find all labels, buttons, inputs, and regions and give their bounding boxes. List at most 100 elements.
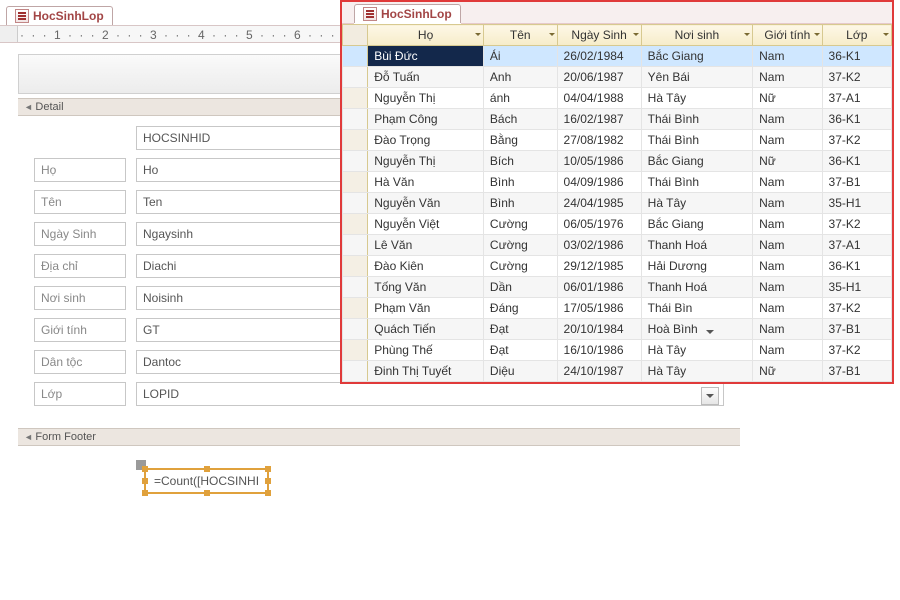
cell[interactable]: Phạm Văn <box>368 298 484 319</box>
cell[interactable]: Nguyễn Thị <box>368 151 484 172</box>
table-row[interactable]: Nguyễn VănBình24/04/1985Hà TâyNam35-H1 <box>343 193 892 214</box>
cell[interactable]: 36-K1 <box>822 46 891 67</box>
cell[interactable]: Bắc Giang <box>641 214 752 235</box>
table-row[interactable]: Hà VănBình04/09/1986Thái BìnhNam37-B1 <box>343 172 892 193</box>
cell[interactable]: Thái Bình <box>641 109 752 130</box>
cell[interactable]: Bách <box>483 109 557 130</box>
cell[interactable]: Bình <box>483 172 557 193</box>
table-row[interactable]: Đào TrọngBằng27/08/1982Thái BìnhNam37-K2 <box>343 130 892 151</box>
cell[interactable]: Nguyễn Văn <box>368 193 484 214</box>
cell[interactable]: 36-K1 <box>822 256 891 277</box>
cell[interactable]: 16/02/1987 <box>557 109 641 130</box>
row-selector[interactable] <box>343 109 368 130</box>
cell[interactable]: Hà Văn <box>368 172 484 193</box>
resize-handle[interactable] <box>265 478 271 484</box>
table-row[interactable]: Quách TiếnĐạt20/10/1984Hoà BìnhNam37-B1 <box>343 319 892 340</box>
cell[interactable]: Đạt <box>483 319 557 340</box>
column-filter-dropdown-icon[interactable] <box>883 33 889 39</box>
cell[interactable]: 37-B1 <box>822 319 891 340</box>
cell[interactable]: Nam <box>753 277 822 298</box>
cell[interactable]: 37-K2 <box>822 214 891 235</box>
cell[interactable]: 03/02/1986 <box>557 235 641 256</box>
section-bar-footer[interactable]: Form Footer <box>18 428 740 446</box>
cell[interactable]: Nam <box>753 235 822 256</box>
select-all-cell[interactable] <box>343 25 368 46</box>
table-row[interactable]: Phạm CôngBách16/02/1987Thái BìnhNam36-K1 <box>343 109 892 130</box>
cell[interactable]: Tống Văn <box>368 277 484 298</box>
cell[interactable]: Nam <box>753 67 822 88</box>
row-selector[interactable] <box>343 361 368 382</box>
count-textbox[interactable]: =Count([HOCSINHI <box>144 468 269 494</box>
field-label[interactable]: Ngày Sinh <box>34 222 126 246</box>
column-filter-dropdown-icon[interactable] <box>744 33 750 39</box>
cell[interactable]: Đào Kiên <box>368 256 484 277</box>
cell[interactable]: 37-K2 <box>822 67 891 88</box>
column-header[interactable]: Ngày Sinh <box>557 25 641 46</box>
cell[interactable]: Bình <box>483 193 557 214</box>
column-header[interactable]: Tên <box>483 25 557 46</box>
cell[interactable]: Hà Tây <box>641 88 752 109</box>
cell[interactable]: Hà Tây <box>641 340 752 361</box>
table-row[interactable]: Tống VănDần06/01/1986Thanh HoáNam35-H1 <box>343 277 892 298</box>
cell[interactable]: Đinh Thị Tuyết <box>368 361 484 382</box>
cell[interactable]: 37-K2 <box>822 340 891 361</box>
resize-handle[interactable] <box>142 490 148 496</box>
cell[interactable]: Hà Tây <box>641 361 752 382</box>
cell[interactable]: Cường <box>483 256 557 277</box>
cell[interactable]: Ái <box>483 46 557 67</box>
row-selector[interactable] <box>343 298 368 319</box>
cell[interactable]: Cường <box>483 214 557 235</box>
cell[interactable]: Bằng <box>483 130 557 151</box>
row-selector[interactable] <box>343 277 368 298</box>
cell[interactable]: Thái Bình <box>641 130 752 151</box>
cell[interactable]: 37-K2 <box>822 130 891 151</box>
field-label[interactable]: Nơi sinh <box>34 286 126 310</box>
row-selector[interactable] <box>343 319 368 340</box>
cell[interactable]: 24/10/1987 <box>557 361 641 382</box>
footer-section[interactable]: =Count([HOCSINHI <box>18 446 740 528</box>
row-selector[interactable] <box>343 46 368 67</box>
cell[interactable]: 37-A1 <box>822 235 891 256</box>
row-selector[interactable] <box>343 172 368 193</box>
cell[interactable]: Đáng <box>483 298 557 319</box>
cell[interactable]: Nữ <box>753 88 822 109</box>
cell[interactable]: Nam <box>753 130 822 151</box>
table-row[interactable]: Phạm VănĐáng17/05/1986Thái BìnNam37-K2 <box>343 298 892 319</box>
cell[interactable]: 04/04/1988 <box>557 88 641 109</box>
cell[interactable]: Bích <box>483 151 557 172</box>
cell[interactable]: 36-K1 <box>822 109 891 130</box>
table-row[interactable]: Đỗ TuấnAnh20/06/1987Yên BáiNam37-K2 <box>343 67 892 88</box>
column-filter-dropdown-icon[interactable] <box>549 33 555 39</box>
row-selector[interactable] <box>343 193 368 214</box>
cell[interactable]: Quách Tiến <box>368 319 484 340</box>
row-selector[interactable] <box>343 340 368 361</box>
cell[interactable]: Nguyễn Việt <box>368 214 484 235</box>
field-row[interactable]: LớpLOPID <box>34 382 724 406</box>
column-filter-dropdown-icon[interactable] <box>814 33 820 39</box>
field-label[interactable]: Tên <box>34 190 126 214</box>
column-header[interactable]: Nơi sinh <box>641 25 752 46</box>
row-selector[interactable] <box>343 67 368 88</box>
cell[interactable]: 29/12/1985 <box>557 256 641 277</box>
field-label[interactable]: Địa chỉ <box>34 254 126 278</box>
resize-handle[interactable] <box>265 490 271 496</box>
cell[interactable]: Bắc Giang <box>641 151 752 172</box>
field-label[interactable]: Giới tính <box>34 318 126 342</box>
resize-handle[interactable] <box>204 490 210 496</box>
cell[interactable]: Yên Bái <box>641 67 752 88</box>
cell[interactable]: Anh <box>483 67 557 88</box>
cell[interactable]: 37-K2 <box>822 298 891 319</box>
cell[interactable]: Cường <box>483 235 557 256</box>
cell[interactable]: 36-K1 <box>822 151 891 172</box>
table-row[interactable]: Nguyễn ThịBích10/05/1986Bắc GiangNữ36-K1 <box>343 151 892 172</box>
cell[interactable]: 35-H1 <box>822 277 891 298</box>
cell[interactable]: Nam <box>753 46 822 67</box>
row-selector[interactable] <box>343 235 368 256</box>
row-selector[interactable] <box>343 130 368 151</box>
column-header[interactable]: Lớp <box>822 25 891 46</box>
row-selector[interactable] <box>343 88 368 109</box>
table-row[interactable]: Bùi ĐứcÁi26/02/1984Bắc GiangNam36-K1 <box>343 46 892 67</box>
table-row[interactable]: Nguyễn Thịánh04/04/1988Hà TâyNữ37-A1 <box>343 88 892 109</box>
cell[interactable]: Thanh Hoá <box>641 235 752 256</box>
row-selector[interactable] <box>343 214 368 235</box>
